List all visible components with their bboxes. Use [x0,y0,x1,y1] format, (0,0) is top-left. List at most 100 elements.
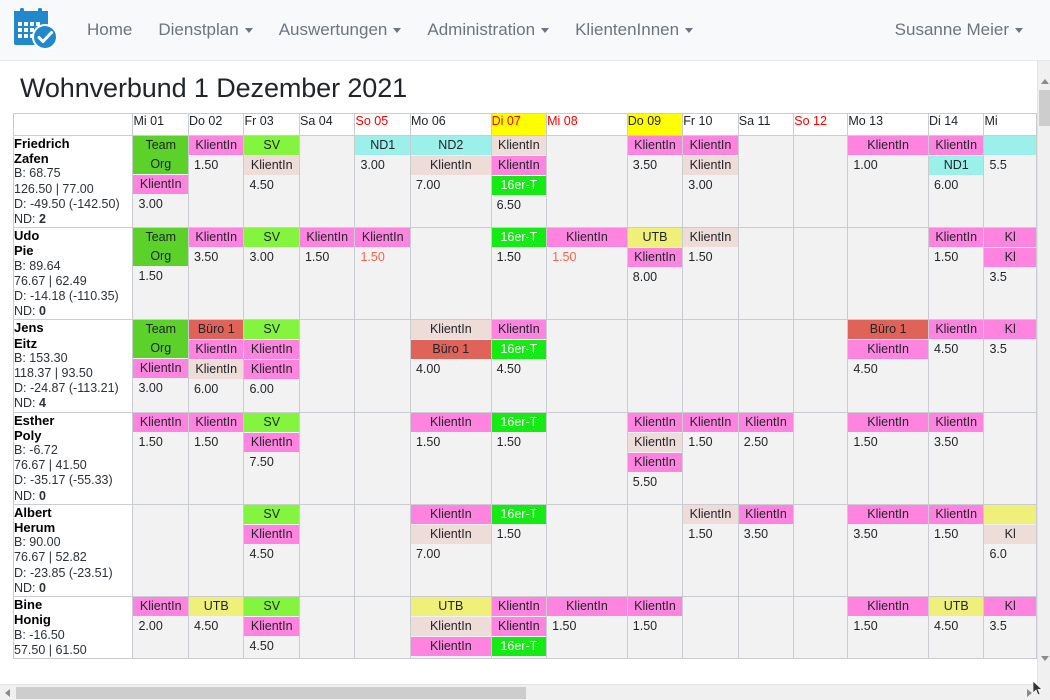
shift-cell[interactable] [682,596,739,659]
shift-cell[interactable] [354,319,411,413]
shift-badge[interactable]: Büro 1 [410,340,491,360]
shift-badge[interactable]: SV [244,136,299,155]
shift-cell[interactable]: KlientIn KlientIn 16er-T 6.50 [490,134,548,229]
shift-badge[interactable]: SV [244,228,299,248]
shift-badge[interactable]: KlientIn [491,156,547,175]
shift-badge[interactable]: SV [244,504,299,524]
shift-badge[interactable]: KlientIn [410,156,491,175]
column-header-mi[interactable]: Mi [983,113,1037,136]
column-header-mo-13[interactable]: Mo 13 [847,113,929,136]
column-header-mi-01[interactable]: Mi 01 [132,113,189,136]
shift-cell[interactable]: KlientIn KlientIn 3.00 [682,134,739,229]
employee-cell[interactable]: Esther Poly B: -6.72 76.67 | 41.50 D: -35.17… [13,411,134,505]
shift-cell[interactable]: KlientIn 1.50 [546,227,628,321]
shift-badge[interactable]: SV [244,597,299,617]
column-header-do-02[interactable]: Do 02 [187,113,245,136]
shift-badge[interactable]: Büro 1 [188,320,244,340]
shift-badge[interactable]: ND1 [928,156,984,175]
shift-badge[interactable]: Team Org [133,320,188,359]
nav-klienteninnen[interactable]: KlientenInnen [562,14,706,46]
shift-cell[interactable]: KlientIn 1.50 [409,411,492,505]
shift-badge[interactable]: KlientIn [491,617,547,637]
shift-badge[interactable]: KlientIn [188,412,244,432]
shift-badge[interactable]: 16er-T [491,228,547,248]
column-header-fr-03[interactable]: Fr 03 [243,113,300,136]
shift-badge[interactable]: KlientIn [848,136,928,155]
scroll-up-icon[interactable] [1038,74,1050,89]
shift-badge[interactable]: KlientIn [848,504,928,524]
shift-badge[interactable]: KlientIn [848,340,928,360]
shift-cell[interactable]: KlientIn KlientIn KlientIn 5.50 [626,411,684,505]
column-header-sa-04[interactable]: Sa 04 [298,113,356,136]
shift-badge[interactable]: KlientIn [928,320,984,340]
shift-badge[interactable]: UTB [188,597,244,617]
shift-cell[interactable]: Team Org 1.50 [132,227,189,321]
shift-badge[interactable]: KlientIn [355,228,410,248]
shift-cell[interactable] [354,411,411,505]
shift-badge[interactable]: KlientIn [683,228,738,248]
column-header-di-14[interactable]: Di 14 [927,113,985,136]
shift-cell[interactable]: KlientIn 1.50 [682,411,739,505]
shift-cell[interactable] [298,411,356,505]
shift-badge[interactable]: KlientIn [491,136,547,155]
shift-cell[interactable]: KlientIn 2.50 [737,411,795,505]
shift-badge[interactable]: KlientIn [491,597,547,617]
shift-badge[interactable]: KlientIn [627,432,683,452]
shift-cell[interactable]: KlientIn 1.50 [187,134,245,229]
shift-cell[interactable] [737,134,795,229]
shift-badge[interactable]: 16er-T [491,340,547,360]
nav-home[interactable]: Home [74,14,145,46]
shift-badge[interactable]: KlientIn [410,524,491,544]
shift-cell[interactable] [546,319,628,413]
shift-cell[interactable]: 16er-T 1.50 [490,227,548,321]
shift-cell[interactable]: SV KlientIn 7.50 [243,411,300,505]
shift-badge[interactable]: Kl [984,524,1036,544]
shift-cell[interactable]: KlientIn 1.50 [682,227,739,321]
shift-cell[interactable]: KlientIn 1.50 [847,596,929,659]
shift-cell[interactable] [737,319,795,413]
shift-badge[interactable]: KlientIn [133,597,188,617]
shift-badge[interactable]: Kl [984,597,1036,617]
shift-cell[interactable] [793,596,849,659]
shift-cell[interactable]: KlientIn 3.50 [927,411,985,505]
shift-badge[interactable]: KlientIn [133,412,188,432]
shift-cell[interactable] [187,503,245,598]
shift-badge[interactable]: KlientIn [547,597,627,617]
shift-badge[interactable]: KlientIn [244,617,299,637]
shift-cell[interactable]: KlientIn 1.50 [626,596,684,659]
shift-cell[interactable]: UTB KlientIn KlientIn [409,596,492,659]
employee-cell[interactable]: Jens Eitz B: 153.30 118.37 | 93.50 D: -24.87… [13,319,134,413]
column-header-fr-10[interactable]: Fr 10 [682,113,739,136]
shift-cell[interactable] [546,134,628,229]
shift-badge[interactable]: Büro 1 [848,320,928,340]
shift-cell[interactable] [793,134,849,229]
shift-badge[interactable]: Team Org [133,228,188,267]
shift-cell[interactable]: Team Org KlientIn 3.00 [132,134,189,229]
shift-cell[interactable]: 5.5 [983,134,1037,229]
shift-cell[interactable] [983,411,1037,505]
shift-cell[interactable] [298,319,356,413]
shift-badge[interactable] [984,136,1036,155]
shift-badge[interactable]: KlientIn [188,340,244,360]
shift-badge[interactable]: Kl [984,320,1036,340]
vertical-scrollbar-thumb[interactable] [1039,90,1050,126]
column-header-mo-06[interactable]: Mo 06 [409,113,492,136]
shift-cell[interactable]: UTB 4.50 [187,596,245,659]
shift-badge[interactable]: KlientIn [683,412,738,432]
shift-cell[interactable] [132,503,189,598]
shift-cell[interactable]: KlientIn 16er-T 4.50 [490,319,548,413]
shift-cell[interactable]: Kl 6.0 [983,503,1037,598]
shift-cell[interactable]: KlientIn ND1 6.00 [927,134,985,229]
shift-badge[interactable]: KlientIn [627,452,683,472]
vertical-scrollbar[interactable] [1037,61,1050,700]
shift-badge[interactable]: KlientIn [244,340,299,360]
shift-cell[interactable] [682,319,739,413]
nav-auswertungen[interactable]: Auswertungen [266,14,415,46]
shift-cell[interactable] [298,134,356,229]
shift-cell[interactable]: ND2 KlientIn 7.00 [409,134,492,229]
shift-cell[interactable] [626,319,684,413]
shift-cell[interactable]: KlientIn 3.50 [737,503,795,598]
nav-dienstplan[interactable]: Dienstplan [145,14,265,46]
shift-cell[interactable]: KlientIn 1.50 [187,411,245,505]
shift-cell[interactable]: UTB 4.50 [927,596,985,659]
